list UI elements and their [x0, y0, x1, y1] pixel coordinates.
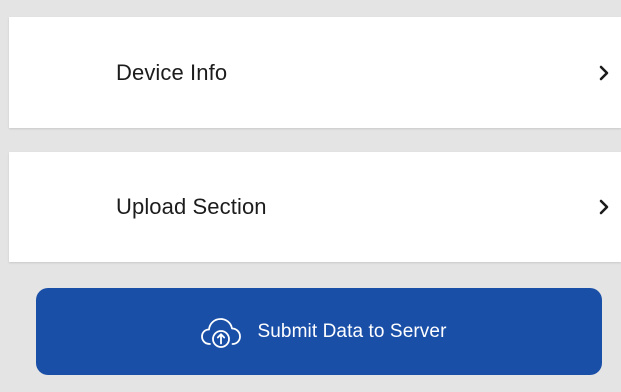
chevron-right-icon: [597, 64, 611, 82]
cloud-upload-icon: [199, 314, 243, 350]
submit-button-content: Submit Data to Server: [199, 314, 446, 350]
submit-data-button[interactable]: Submit Data to Server: [36, 288, 602, 375]
menu-item-upload-section[interactable]: Upload Section: [9, 152, 621, 262]
chevron-right-icon: [597, 198, 611, 216]
menu-item-device-info[interactable]: Device Info: [9, 17, 621, 128]
menu-item-label: Device Info: [116, 59, 228, 85]
settings-screen: Device Info Upload Section Submit Data t: [0, 0, 621, 392]
submit-button-label: Submit Data to Server: [257, 320, 447, 342]
menu-item-label: Upload Section: [116, 194, 267, 219]
